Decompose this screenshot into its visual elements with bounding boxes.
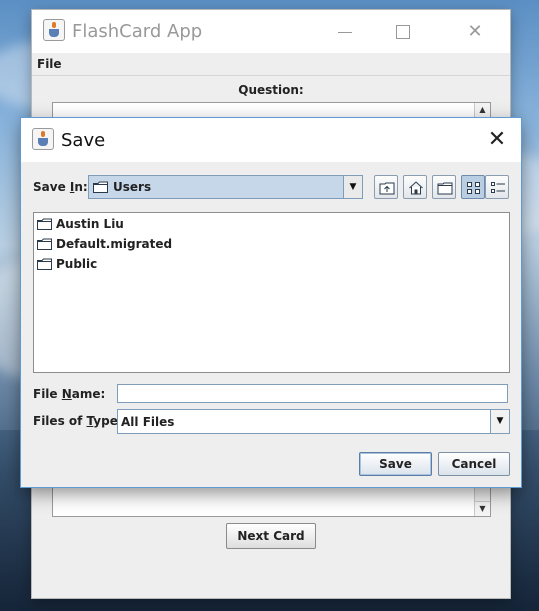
save-button[interactable]: Save [359,452,432,476]
save-in-combo[interactable]: Users ▼ [88,175,363,199]
folder-icon [37,258,52,270]
close-icon: ✕ [487,127,507,152]
scroll-down-icon[interactable]: ▼ [475,501,490,516]
dialog-title-bar: Save ✕ [21,118,521,162]
chevron-down-icon[interactable]: ▼ [343,176,362,198]
details-view-icon [491,182,505,193]
up-one-level-button[interactable] [374,175,398,199]
cancel-button[interactable]: Cancel [438,452,510,476]
menu-file[interactable]: File [37,57,62,71]
question-label: Question: [238,83,304,97]
list-item-label: Austin Liu [56,217,124,231]
list-item-label: Default.migrated [56,237,173,251]
java-icon [32,128,54,150]
files-of-type-combo[interactable]: All Files ▼ [117,409,510,434]
home-icon [409,181,423,195]
file-list[interactable]: Austin Liu Default.migrated Public [33,212,510,373]
save-in-value: Users [113,180,152,194]
dialog-close-button[interactable]: ✕ [473,118,521,162]
files-of-type-label: Files of Type: [33,414,123,428]
dialog-title: Save [61,130,106,151]
minimize-icon [338,31,352,33]
main-close-button[interactable]: ✕ [452,10,498,53]
list-view-button[interactable] [461,175,485,199]
save-dialog: Save ✕ Save In: Users ▼ Austin Liu Defau… [21,118,521,487]
maximize-button[interactable] [380,10,426,53]
file-name-label: File Name: [33,387,106,401]
save-in-label: Save In: [33,180,88,194]
folder-icon [37,218,52,230]
home-button[interactable] [403,175,427,199]
folder-icon [93,181,108,193]
chevron-down-icon[interactable]: ▼ [490,410,509,433]
files-of-type-value: All Files [121,415,175,429]
menu-bar: File [32,53,510,76]
new-folder-icon [437,182,453,195]
close-icon: ✕ [467,21,483,42]
folder-icon [37,238,52,250]
up-one-level-icon [379,182,395,195]
main-window-title: FlashCard App [72,21,203,42]
maximize-icon [396,25,410,39]
scroll-up-icon[interactable]: ▲ [475,103,490,118]
new-folder-button[interactable] [432,175,456,199]
details-view-button[interactable] [485,175,509,199]
list-item-label: Public [56,257,98,271]
main-title-bar: FlashCard App ✕ [32,10,510,53]
list-view-icon [467,182,480,194]
minimize-button[interactable] [322,10,368,53]
file-name-field[interactable] [117,384,508,403]
java-icon [43,19,65,41]
next-card-button[interactable]: Next Card [226,523,316,549]
